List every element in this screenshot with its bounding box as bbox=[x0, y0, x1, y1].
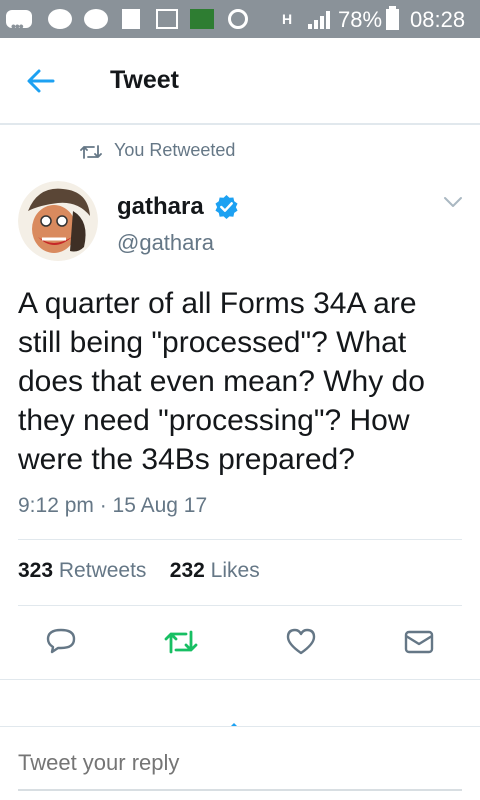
author-name[interactable]: gathara bbox=[117, 193, 204, 221]
avatar[interactable] bbox=[18, 181, 98, 261]
chevron-down-icon[interactable] bbox=[442, 195, 464, 209]
signal-icon bbox=[308, 11, 330, 29]
news-icon bbox=[190, 9, 214, 29]
status-bar: ••• H 78% 08:28 bbox=[0, 0, 480, 38]
tweet-text: A quarter of all Forms 34A are still bei… bbox=[18, 287, 425, 476]
reply-icon[interactable] bbox=[44, 626, 78, 658]
messages-icon: ••• bbox=[6, 10, 32, 34]
network-type: H bbox=[282, 11, 293, 27]
clock: 08:28 bbox=[410, 7, 466, 32]
retweet-icon[interactable] bbox=[164, 626, 198, 658]
battery-percent: 78% bbox=[338, 7, 383, 32]
divider bbox=[18, 605, 462, 606]
retweet-notice-label: You Retweeted bbox=[114, 140, 236, 160]
messenger-icon bbox=[84, 9, 108, 29]
divider bbox=[0, 679, 480, 680]
divider bbox=[18, 539, 462, 540]
message-envelope-icon[interactable] bbox=[402, 626, 436, 658]
like-heart-icon[interactable] bbox=[284, 626, 318, 658]
divider bbox=[0, 726, 480, 727]
facebook-icon bbox=[122, 9, 140, 29]
retweets-label: Retweets bbox=[58, 559, 147, 582]
reply-underline bbox=[18, 789, 462, 791]
app-header: Tweet bbox=[0, 38, 480, 125]
tweet-timestamp: 9:12 pm · 15 Aug 17 bbox=[18, 494, 208, 517]
likes-label: Likes bbox=[210, 559, 260, 582]
battery-icon bbox=[386, 6, 399, 30]
back-arrow-icon[interactable] bbox=[26, 68, 56, 94]
reply-input[interactable] bbox=[18, 750, 460, 776]
gallery-icon bbox=[156, 9, 178, 29]
tweet-stats: 323 Retweets 232 Likes bbox=[18, 559, 260, 583]
likes-count: 232 bbox=[169, 559, 205, 582]
page-title: Tweet bbox=[110, 66, 179, 94]
chat-icon bbox=[48, 9, 72, 29]
chrome-icon bbox=[228, 9, 248, 29]
retweet-small-icon bbox=[80, 145, 102, 159]
author-handle[interactable]: @gathara bbox=[117, 230, 214, 256]
retweets-count: 323 bbox=[18, 559, 54, 582]
verified-badge-icon bbox=[215, 195, 238, 219]
likes-stat[interactable]: 232 Likes bbox=[170, 559, 260, 582]
retweets-stat[interactable]: 323 Retweets bbox=[18, 559, 146, 582]
